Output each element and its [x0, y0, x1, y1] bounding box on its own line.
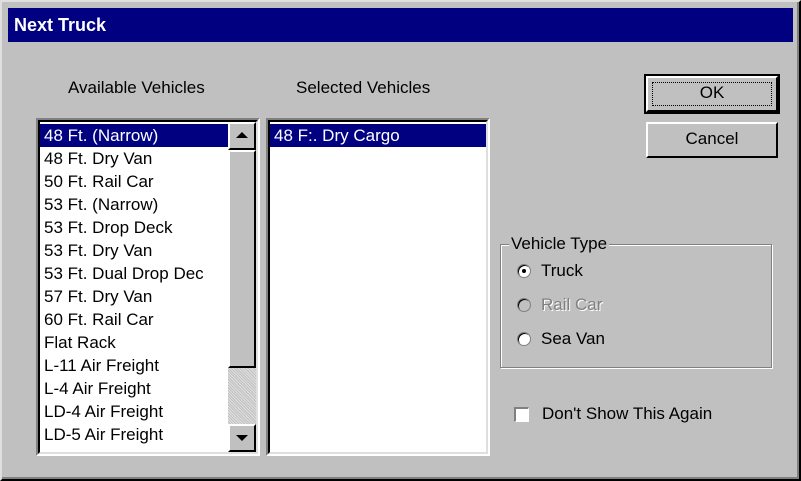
vehicle-type-group: Vehicle Type Truck Rail Car Sea Van: [500, 233, 772, 368]
dont-show-again-label: Don't Show This Again: [542, 404, 713, 423]
scroll-thumb[interactable]: [228, 150, 256, 368]
next-truck-dialog: Next Truck Available Vehicles Selected V…: [0, 0, 801, 481]
available-list-item[interactable]: 60 Ft. Rail Car: [40, 308, 228, 331]
available-list-item[interactable]: L-11 Air Freight: [40, 354, 228, 377]
scroll-up-button[interactable]: [228, 122, 256, 150]
available-list-item[interactable]: Flat Rack: [40, 331, 228, 354]
ok-button[interactable]: OK: [644, 74, 780, 114]
title-bar[interactable]: Next Truck: [8, 8, 793, 42]
selected-vehicles-list[interactable]: 48 F:. Dry Cargo: [266, 118, 490, 456]
radio-truck-label: Truck: [541, 261, 583, 280]
available-list-item[interactable]: 57 Ft. Dry Van: [40, 285, 228, 308]
cancel-button[interactable]: Cancel: [646, 122, 778, 158]
available-list-item[interactable]: 48 Ft. Dry Van: [40, 147, 228, 170]
available-list-item[interactable]: 53 Ft. Dry Van: [40, 239, 228, 262]
radio-rail-car-label: Rail Car: [541, 295, 603, 314]
radio-truck-icon: [517, 264, 531, 278]
available-list-item[interactable]: 53 Ft. (Narrow): [40, 193, 228, 216]
available-list-item[interactable]: 50 Ft. Rail Car: [40, 170, 228, 193]
vehicle-type-title: Vehicle Type: [509, 233, 610, 255]
arrow-up-icon: [236, 132, 248, 138]
available-list-item[interactable]: 53 Ft. Dual Drop Dec: [40, 262, 228, 285]
available-list-scrollbar[interactable]: [228, 122, 256, 452]
available-list-item[interactable]: L-4 Air Freight: [40, 377, 228, 400]
selected-list-item[interactable]: 48 F:. Dry Cargo: [270, 124, 486, 147]
radio-sea-van-label: Sea Van: [541, 329, 605, 348]
available-vehicles-list-inner: 48 Ft. (Narrow) 48 Ft. Dry Van 50 Ft. Rail…: [38, 120, 258, 454]
window-title: Next Truck: [14, 15, 107, 35]
radio-dot-icon: [522, 269, 526, 273]
cancel-button-label: Cancel: [685, 129, 739, 148]
scroll-down-button[interactable]: [228, 424, 256, 452]
selected-vehicles-label: Selected Vehicles: [296, 78, 431, 97]
radio-sea-van-icon: [517, 332, 531, 346]
checkbox-icon: [514, 407, 529, 422]
available-list-item[interactable]: LD-5 Air Freight: [40, 423, 228, 446]
arrow-down-icon: [236, 435, 248, 441]
available-list-item[interactable]: 53 Ft. Drop Deck: [40, 216, 228, 239]
selected-vehicles-list-inner: 48 F:. Dry Cargo: [268, 120, 488, 454]
available-list-item[interactable]: LD-4 Air Freight: [40, 400, 228, 423]
available-list-item[interactable]: 48 Ft. (Narrow): [40, 124, 228, 147]
available-vehicles-list[interactable]: 48 Ft. (Narrow) 48 Ft. Dry Van 50 Ft. Rail…: [36, 118, 260, 456]
available-vehicles-label: Available Vehicles: [68, 78, 205, 97]
radio-rail-car-icon: [517, 298, 531, 312]
ok-button-label: OK: [699, 83, 725, 102]
